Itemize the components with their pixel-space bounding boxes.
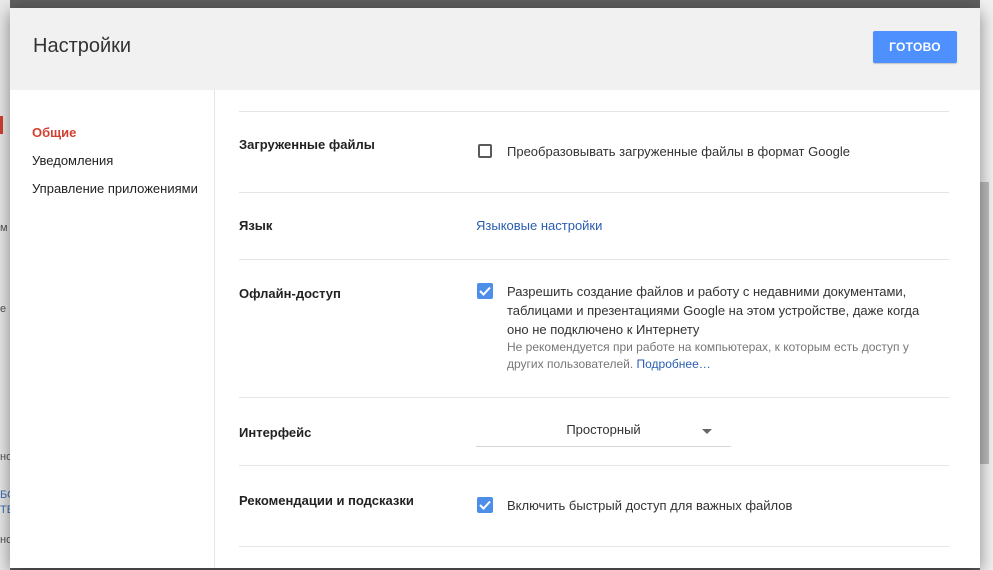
settings-sidebar: Общие Уведомления Управление приложениям… [10,90,215,568]
sidebar-item-general[interactable]: Общие [32,125,76,140]
density-select[interactable]: Просторный [476,416,731,447]
background-text-fragment: м [0,222,8,234]
done-button[interactable]: ГОТОВО [873,31,957,63]
quick-access-option-text: Включить быстрый доступ для важных файло… [507,498,793,513]
sidebar-item-notifications[interactable]: Уведомления [32,153,113,168]
quick-access-checkbox[interactable] [477,497,493,513]
section-divider [239,546,949,547]
offline-label: Офлайн-доступ [239,286,341,301]
background-text-fragment: е [0,303,7,315]
offline-option-line: оно не подключено к Интернету [507,322,700,337]
learn-more-link[interactable]: Подробнее… [637,357,711,371]
checkmark-icon [479,286,491,296]
offline-hint-line: Не рекомендуется при работе на компьютер… [507,340,909,354]
settings-content: Загруженные файлы Преобразовывать загруж… [215,90,980,568]
section-divider [239,192,949,193]
sidebar-item-manage-apps[interactable]: Управление приложениями [32,181,198,196]
section-divider [239,397,949,398]
interface-label: Интерфейс [239,425,312,440]
convert-uploads-option-text: Преобразовывать загруженные файлы в форм… [507,144,851,159]
language-label: Язык [239,218,273,233]
section-divider [239,259,949,260]
language-settings-link[interactable]: Языковые настройки [476,216,602,235]
dialog-header: Настройки ГОТОВО [10,8,980,90]
dialog-title: Настройки [33,35,132,57]
offline-access-checkbox[interactable] [477,283,493,299]
offline-hint: других пользователей. Подробнее… [507,356,711,373]
section-divider [239,111,949,112]
density-select-value: Просторный [566,422,641,437]
section-divider [239,465,949,466]
suggestions-label: Рекомендации и подсказки [239,493,414,508]
offline-hint-line: других пользователей. [507,357,634,371]
background-active-marker [0,116,3,134]
background-page-right [980,0,993,570]
convert-uploads-checkbox[interactable] [478,144,492,158]
caret-down-icon [702,429,712,434]
page-scrollbar[interactable] [980,182,989,464]
uploads-label: Загруженные файлы [239,137,375,152]
offline-option-line: таблицами и презентациями Google на этом… [507,303,920,318]
offline-option-line: Разрешить создание файлов и работу с нед… [507,284,907,299]
background-page-left: м е но БО ТЕ но [0,0,16,570]
settings-dialog: Настройки ГОТОВО Общие Уведомления Управ… [10,8,980,568]
checkmark-icon [479,500,491,510]
